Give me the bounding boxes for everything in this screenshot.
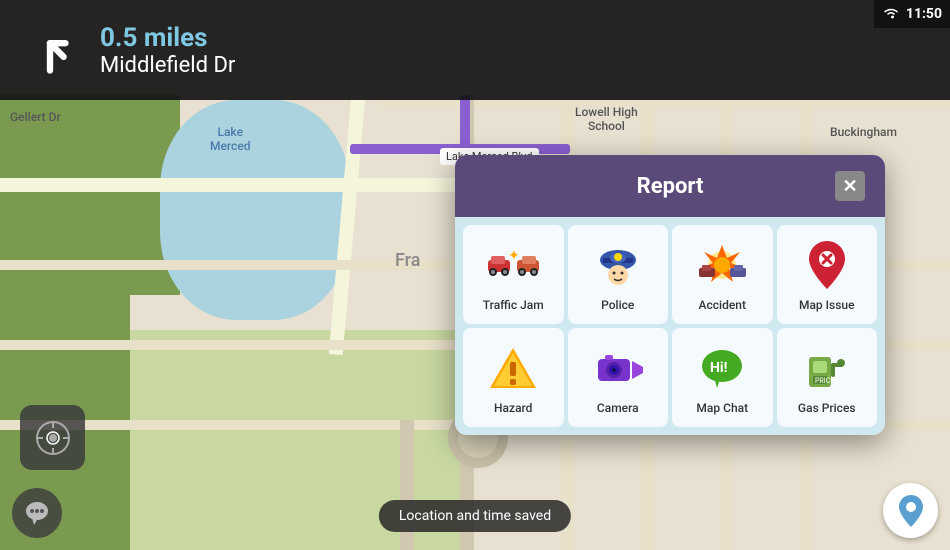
traffic-jam-label: Traffic Jam	[483, 298, 544, 312]
hazard-icon	[486, 340, 541, 395]
report-item-map-issue[interactable]: Map Issue	[777, 225, 878, 324]
map-chat-label: Map Chat	[696, 401, 748, 415]
report-item-map-chat[interactable]: Hi! Map Chat	[672, 328, 773, 427]
report-item-police[interactable]: Police	[568, 225, 669, 324]
accident-label: Accident	[699, 298, 746, 312]
report-item-gas-prices[interactable]: PRICE Gas Prices	[777, 328, 878, 427]
modal-title: Report	[505, 174, 835, 199]
report-item-traffic-jam[interactable]: ✦ Traffic Jam	[463, 225, 564, 324]
report-item-camera[interactable]: Camera	[568, 328, 669, 427]
police-label: Police	[601, 298, 634, 312]
map-issue-label: Map Issue	[799, 298, 855, 312]
svg-text:✦: ✦	[508, 248, 520, 264]
modal-overlay: Report ✕	[0, 0, 950, 550]
report-modal: Report ✕	[455, 155, 885, 435]
report-item-hazard[interactable]: Hazard	[463, 328, 564, 427]
accident-icon	[695, 237, 750, 292]
svg-text:PRICE: PRICE	[815, 377, 834, 385]
modal-close-button[interactable]: ✕	[835, 171, 865, 201]
svg-text:Hi!: Hi!	[710, 360, 728, 376]
police-icon	[590, 237, 645, 292]
traffic-jam-icon: ✦	[486, 237, 541, 292]
map-issue-icon	[799, 237, 854, 292]
camera-label: Camera	[597, 401, 639, 415]
gas-prices-icon: PRICE	[799, 340, 854, 395]
modal-header: Report ✕	[455, 155, 885, 217]
map-chat-icon: Hi!	[695, 340, 750, 395]
hazard-label: Hazard	[494, 401, 532, 415]
report-item-accident[interactable]: Accident	[672, 225, 773, 324]
modal-grid: ✦ Traffic Jam	[455, 217, 885, 435]
camera-icon	[590, 340, 645, 395]
gas-prices-label: Gas Prices	[798, 401, 856, 415]
